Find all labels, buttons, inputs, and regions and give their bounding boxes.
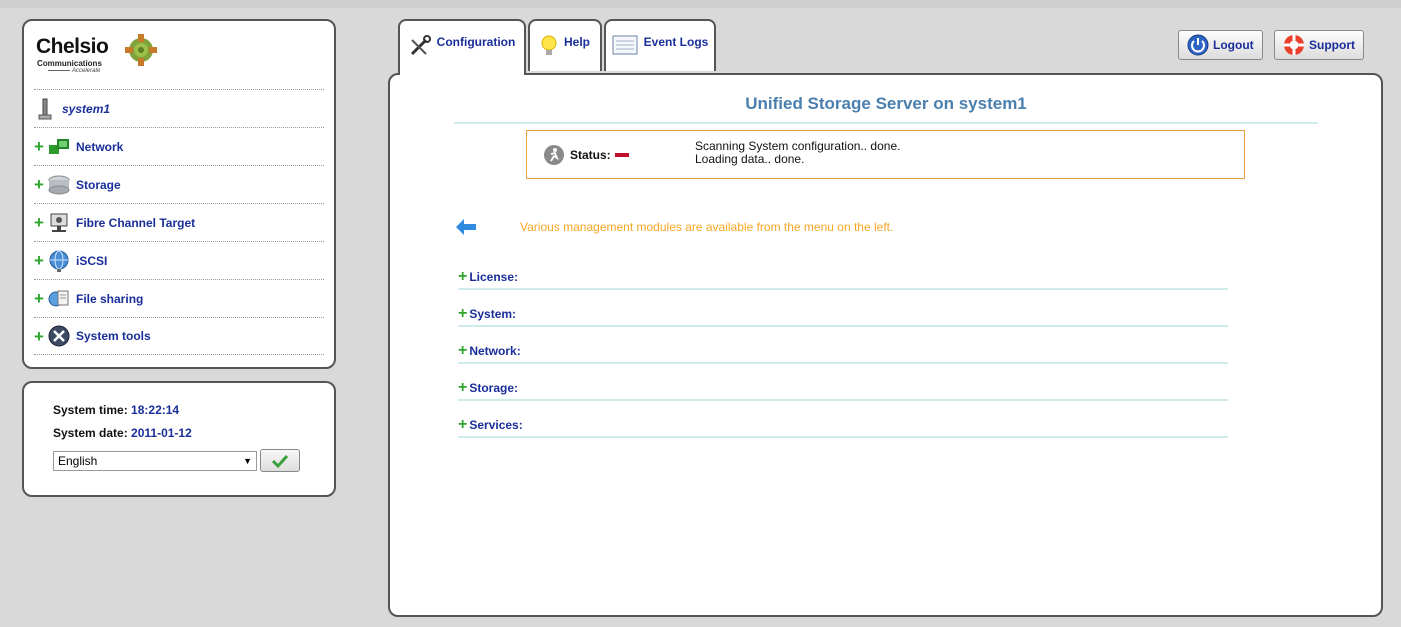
system-date-value: 2011-01-12 — [131, 426, 192, 440]
storage-disk-icon — [48, 174, 70, 196]
expand-plus-icon[interactable]: + — [458, 417, 467, 433]
logo-tagline: Accelerate — [48, 68, 100, 74]
section-storage-label: Storage: — [469, 381, 519, 395]
nav-item-system-tools[interactable]: + System tools — [34, 317, 324, 355]
system-time-label: System time: — [53, 403, 128, 417]
expand-plus-icon[interactable]: + — [34, 214, 46, 231]
status-runner-icon — [543, 144, 565, 166]
navigation-panel: Chelsio Communications Accelerate system… — [22, 19, 336, 369]
file-sharing-icon — [48, 288, 70, 310]
tab-configuration[interactable]: Configuration — [398, 19, 526, 75]
nav-label-storage: Storage — [76, 177, 121, 192]
expand-plus-icon[interactable]: + — [34, 290, 46, 307]
nav-label-network: Network — [76, 139, 124, 154]
globe-icon — [48, 250, 70, 272]
tab-event-logs[interactable]: Event Logs — [604, 19, 716, 71]
logo-subtitle: Communications — [37, 59, 102, 68]
chevron-down-icon: ▼ — [243, 456, 252, 466]
nav-label-system-tools: System tools — [76, 329, 151, 343]
language-selected-value: English — [58, 454, 98, 468]
section-network[interactable]: + Network: — [458, 340, 1228, 364]
section-services-label: Services: — [469, 418, 523, 432]
section-system-label: System: — [469, 307, 517, 321]
nav-label-file-sharing: File sharing — [76, 291, 144, 306]
support-button[interactable]: Support — [1274, 30, 1364, 60]
checkmark-icon — [271, 454, 289, 468]
system-time-value: 18:22:14 — [131, 403, 180, 417]
section-services[interactable]: + Services: — [458, 414, 1228, 438]
status-label-group: Status: — [543, 144, 629, 166]
chelsio-logo: Chelsio Communications Accelerate — [36, 33, 176, 77]
tools-icon — [48, 325, 70, 347]
status-label: Status: — [570, 148, 611, 162]
status-line: Loading data.. done. — [695, 152, 805, 166]
left-arrow-icon — [456, 219, 476, 235]
nav-item-iscsi[interactable]: + iSCSI — [34, 241, 324, 279]
tab-help-label: Help — [563, 35, 590, 49]
tab-event-logs-label: Event Logs — [643, 35, 709, 49]
logout-label: Logout — [1213, 38, 1254, 52]
info-row: Various management modules are available… — [456, 219, 893, 235]
language-select[interactable]: English ▼ — [53, 451, 257, 471]
server-icon — [34, 98, 56, 120]
expand-plus-icon[interactable]: + — [34, 138, 46, 155]
nav-item-fibre-channel-target[interactable]: + Fibre Channel Target — [34, 203, 324, 241]
expand-plus-icon[interactable]: + — [34, 252, 46, 269]
page-title: Unified Storage Server on system1 — [454, 94, 1318, 124]
logo-gear-icon — [125, 34, 157, 66]
nav-label-fibre-channel: Fibre Channel Target — [76, 215, 196, 230]
expand-plus-icon[interactable]: + — [458, 306, 467, 322]
apply-language-button[interactable] — [260, 449, 300, 472]
power-icon — [1187, 34, 1209, 56]
nav-item-storage[interactable]: + Storage — [34, 165, 324, 203]
support-label: Support — [1309, 38, 1355, 52]
expand-plus-icon[interactable]: + — [458, 343, 467, 359]
lifebuoy-icon — [1283, 34, 1305, 56]
lightbulb-icon — [540, 35, 558, 57]
system-time-row: System time: 18:22:14 — [53, 403, 179, 417]
nav-host-label: system1 — [62, 101, 111, 116]
system-time-panel: System time: 18:22:14 System date: 2011-… — [22, 381, 336, 497]
log-list-icon — [612, 35, 638, 55]
section-license[interactable]: + License: — [458, 266, 1228, 290]
system-date-label: System date: — [53, 426, 128, 440]
tab-help[interactable]: Help — [528, 19, 602, 71]
active-tab-join — [400, 71, 524, 77]
section-license-label: License: — [469, 270, 519, 284]
section-network-label: Network: — [469, 344, 521, 358]
status-messages: Scanning System configuration.. done. Lo… — [695, 140, 900, 166]
tab-configuration-label: Configuration — [436, 35, 516, 49]
background-strip — [0, 0, 1401, 8]
nav-item-host-system1[interactable]: system1 — [34, 89, 324, 127]
section-system[interactable]: + System: — [458, 303, 1228, 327]
nav-list: system1 + Network + Storage + Fibre Chan… — [34, 89, 324, 355]
fibre-channel-icon — [48, 212, 70, 234]
nav-item-file-sharing[interactable]: + File sharing — [34, 279, 324, 317]
section-storage[interactable]: + Storage: — [458, 377, 1228, 401]
system-date-row: System date: 2011-01-12 — [53, 426, 192, 440]
network-icon — [48, 136, 70, 158]
wrench-screwdriver-icon — [409, 35, 431, 57]
status-indicator — [614, 153, 629, 157]
expand-plus-icon[interactable]: + — [34, 328, 46, 345]
info-text: Various management modules are available… — [520, 220, 894, 234]
expand-plus-icon[interactable]: + — [458, 269, 467, 285]
expand-plus-icon[interactable]: + — [34, 176, 46, 193]
nav-item-network[interactable]: + Network — [34, 127, 324, 165]
status-box: Status: Scanning System configuration.. … — [526, 130, 1245, 179]
expand-plus-icon[interactable]: + — [458, 380, 467, 396]
nav-label-iscsi: iSCSI — [76, 253, 108, 268]
logo-name: Chelsio — [36, 35, 109, 58]
logout-button[interactable]: Logout — [1178, 30, 1263, 60]
